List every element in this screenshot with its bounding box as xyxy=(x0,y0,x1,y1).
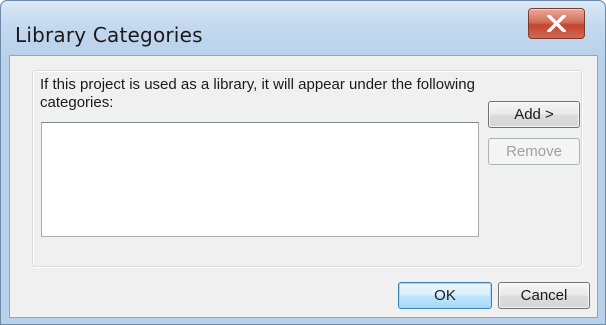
title-bar[interactable]: Library Categories xyxy=(1,1,605,55)
close-x-icon xyxy=(547,15,566,32)
ok-button[interactable]: OK xyxy=(398,282,492,309)
dialog-title: Library Categories xyxy=(15,23,203,47)
dialog-window: Library Categories If this project is us… xyxy=(0,0,606,325)
close-button[interactable] xyxy=(528,8,585,39)
add-button[interactable]: Add > xyxy=(488,101,580,128)
categories-listbox[interactable] xyxy=(41,122,479,237)
dialog-client-area: If this project is used as a library, it… xyxy=(9,55,598,318)
remove-button[interactable]: Remove xyxy=(488,138,580,165)
cancel-button[interactable]: Cancel xyxy=(498,282,590,309)
categories-description: If this project is used as a library, it… xyxy=(40,76,550,112)
